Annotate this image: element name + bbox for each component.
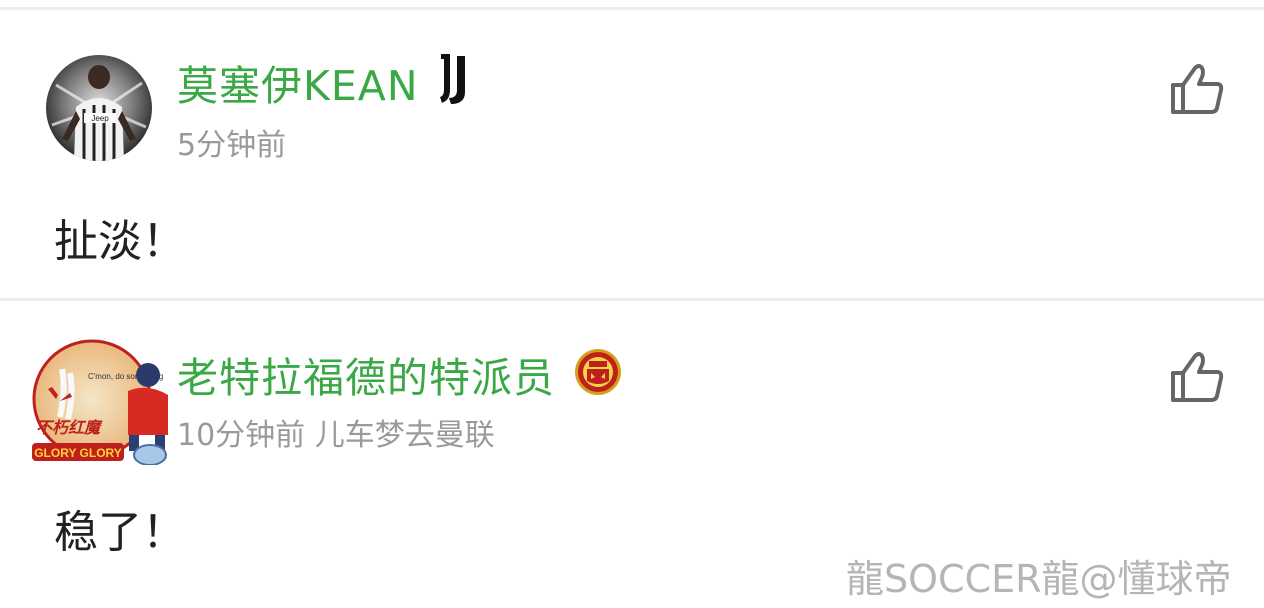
user-avatar[interactable]: C'mon, do something 不朽红魔 GLORY GLORY xyxy=(30,339,170,466)
user-avatar[interactable]: Jeep xyxy=(46,55,152,161)
avatar-banner: GLORY GLORY xyxy=(34,446,122,460)
comment-text: 稳了！ xyxy=(54,507,186,558)
username[interactable]: 老特拉福德的特派员 xyxy=(177,344,555,404)
like-button[interactable] xyxy=(1168,60,1226,118)
username-row: 老特拉福德的特派员 xyxy=(177,344,623,404)
svg-text:不朽红魔: 不朽红魔 xyxy=(36,418,103,437)
like-button[interactable] xyxy=(1168,348,1226,406)
svg-text:Jeep: Jeep xyxy=(91,114,109,123)
comment-text: 扯淡！ xyxy=(54,216,186,267)
comment-meta: 10分钟前 儿车梦去曼联 xyxy=(177,418,495,453)
watermark: 龍SOCCER龍@懂球帝 xyxy=(846,557,1232,601)
comment-list: Jeep 莫塞伊KEAN 5分钟前 扯淡！ C'mon, do somethin… xyxy=(0,0,1264,608)
comment-meta: 5分钟前 xyxy=(177,128,287,163)
comment-item: Jeep 莫塞伊KEAN 5分钟前 扯淡！ xyxy=(0,0,1264,300)
manchester-united-crest-icon xyxy=(573,347,623,401)
thumbs-up-icon xyxy=(1171,64,1224,114)
username-row: 莫塞伊KEAN xyxy=(177,52,469,112)
player-avatar-icon: Jeep xyxy=(46,55,152,161)
juventus-logo-icon xyxy=(437,53,469,110)
thumbs-up-icon xyxy=(1171,352,1224,402)
glory-glory-avatar-icon: C'mon, do something 不朽红魔 GLORY GLORY xyxy=(32,339,168,466)
username[interactable]: 莫塞伊KEAN xyxy=(177,52,419,112)
